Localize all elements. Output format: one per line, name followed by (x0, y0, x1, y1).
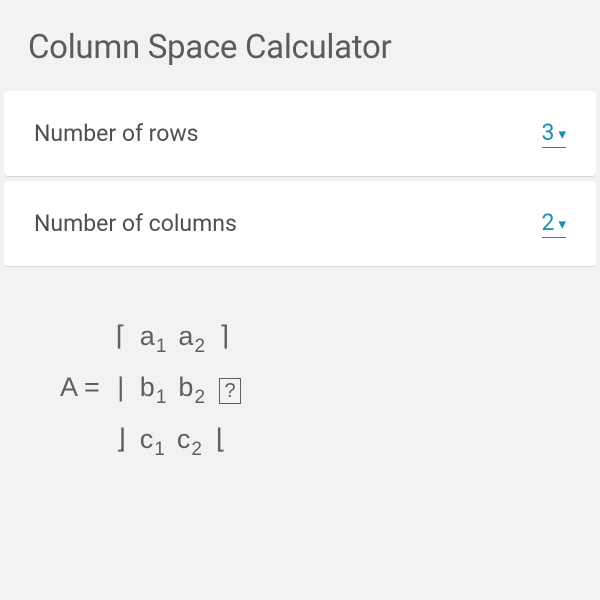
columns-select-value: 2 (542, 209, 555, 236)
matrix-element: a 2 (178, 311, 205, 362)
bracket-top-left-icon: ⌈ (112, 311, 130, 362)
calculator-card: Column Space Calculator Number of rows 3… (0, 0, 600, 600)
matrix-element: c 2 (177, 414, 202, 465)
rows-label: Number of rows (34, 120, 199, 147)
columns-select[interactable]: 2 ▾ (542, 209, 566, 238)
caret-down-icon: ▾ (558, 125, 566, 143)
matrix-element: b 2 (178, 362, 205, 413)
columns-input-row: Number of columns 2 ▾ (4, 181, 596, 267)
matrix-row: ⌈ a 1 a 2 ⌉ (112, 311, 241, 362)
card-header: Column Space Calculator (0, 0, 600, 91)
matrix-element: b 1 (140, 362, 167, 413)
bracket-top-right-icon: ⌉ (215, 311, 233, 362)
matrix-element: c 1 (140, 414, 165, 465)
help-icon[interactable]: ? (219, 378, 241, 404)
matrix-row: | b 1 b 2 ? (112, 362, 241, 413)
bracket-bot-left-icon: ⌋ (112, 414, 130, 465)
columns-label: Number of columns (34, 210, 237, 237)
matrix-display: A = ⌈ a 1 a 2 ⌉ | b (0, 271, 600, 495)
rows-select[interactable]: 3 ▾ (542, 119, 566, 148)
matrix-element: a 1 (140, 311, 167, 362)
rows-select-value: 3 (542, 119, 555, 146)
caret-down-icon: ▾ (558, 215, 566, 233)
bracket-bot-right-icon: ⌊ (212, 414, 230, 465)
matrix-row: ⌋ c 1 c 2 ⌊ (112, 414, 241, 465)
matrix-lhs: A = (60, 372, 100, 403)
page-title: Column Space Calculator (28, 28, 572, 67)
rows-input-row: Number of rows 3 ▾ (4, 91, 596, 177)
matrix-body: ⌈ a 1 a 2 ⌉ | b 1 (112, 311, 241, 465)
bracket-mid-left-icon: | (112, 362, 130, 413)
matrix-equation: A = ⌈ a 1 a 2 ⌉ | b (60, 311, 540, 465)
